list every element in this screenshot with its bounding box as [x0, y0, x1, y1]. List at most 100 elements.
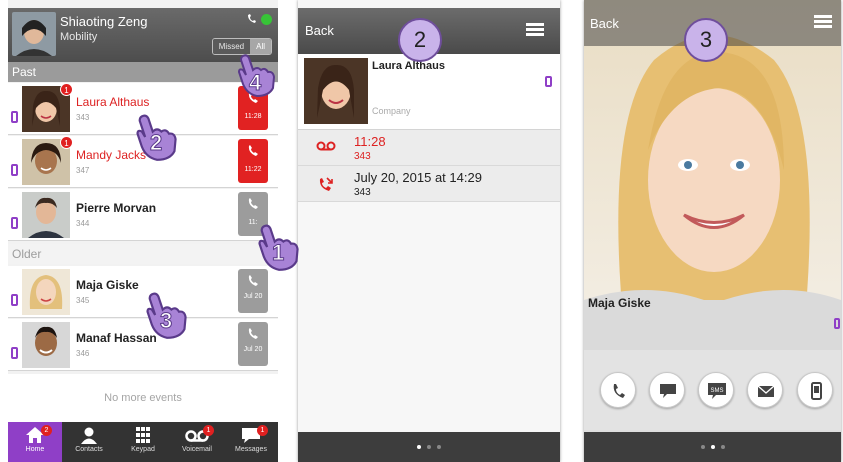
tab-messages-badge: 1: [257, 425, 268, 436]
contact-name: Laura Althaus: [372, 60, 445, 72]
caller-name: Maja Giske: [76, 278, 139, 292]
missed-count-badge: 1: [60, 136, 73, 149]
callback-button[interactable]: Jul 20: [238, 322, 268, 366]
avatar: [22, 269, 70, 315]
step-number: 2: [149, 130, 163, 156]
callback-button[interactable]: 11:22: [238, 139, 268, 183]
caller-name: Laura Althaus: [76, 95, 150, 109]
sms-button[interactable]: SMS: [698, 372, 734, 408]
call-row-pierre-morvan[interactable]: Pierre Morvan 344 11:: [8, 189, 278, 241]
back-button[interactable]: Back: [305, 23, 334, 38]
email-button[interactable]: [747, 372, 783, 408]
call-icon: [613, 384, 625, 398]
call-time: 11:28: [244, 113, 262, 120]
step-number: 4: [248, 70, 262, 96]
step-number: 3: [159, 308, 173, 334]
user-avatar[interactable]: [12, 12, 56, 56]
tab-contacts-label: Contacts: [75, 446, 103, 453]
contacts-icon: [81, 427, 97, 444]
contact-company: Company: [372, 106, 411, 116]
phone-icon: [248, 198, 258, 209]
tab-voicemail[interactable]: Voicemail 1: [170, 422, 224, 462]
page-dot: [427, 445, 431, 449]
page-indicator[interactable]: [298, 432, 560, 462]
mobile-device-icon[interactable]: [545, 76, 552, 87]
history-item-voicemail[interactable]: 11:28 343: [298, 130, 560, 166]
chat-icon: [660, 384, 676, 398]
mobile-device-icon: [11, 111, 18, 123]
contact-actions: SMS: [584, 350, 841, 430]
page-indicator[interactable]: [584, 432, 841, 462]
step-pointer-3: 3: [140, 290, 192, 345]
tab-home[interactable]: Home 2: [8, 422, 62, 462]
history-number: 343: [354, 151, 371, 162]
contact-card[interactable]: Laura Althaus Company: [298, 54, 560, 130]
caller-number: 346: [76, 349, 90, 358]
avatar: [22, 322, 70, 368]
step-number: 1: [271, 240, 285, 266]
tab-home-badge: 2: [41, 425, 52, 436]
mobile-device-icon: [11, 294, 18, 306]
tab-keypad[interactable]: Keypad: [116, 422, 170, 462]
phone-icon: [248, 328, 258, 339]
sms-icon: SMS: [708, 383, 726, 399]
caller-number: 345: [76, 296, 90, 305]
history-date: July 20, 2015 at 14:29: [354, 170, 482, 185]
step-pointer-1: 1: [252, 222, 304, 277]
caller-name: Pierre Morvan: [76, 201, 157, 215]
empty-area: [298, 202, 560, 432]
history-time: 11:28: [354, 134, 386, 149]
history-number: 343: [354, 187, 371, 198]
call-time: Jul 20: [243, 346, 263, 353]
caller-number: 344: [76, 219, 90, 228]
page-dot: [437, 445, 441, 449]
mobile-button[interactable]: [797, 372, 833, 408]
email-icon: [757, 385, 775, 397]
no-more-events: No more events: [8, 374, 278, 422]
tab-contacts[interactable]: Contacts: [62, 422, 116, 462]
call-detail-screen: Back Laura Althaus Company 11:28 343 Jul…: [298, 0, 560, 462]
contact-photo: [304, 58, 368, 124]
mobile-device-icon: [11, 347, 18, 359]
sms-label: SMS: [710, 388, 723, 394]
keypad-icon: [136, 427, 150, 443]
call-button[interactable]: [600, 372, 636, 408]
bottom-tab-bar: Home 2 Contacts Keypad Voicemail 1 Messa…: [8, 422, 278, 462]
tab-voicemail-label: Voicemail: [182, 446, 212, 453]
missed-count-badge: 1: [60, 83, 73, 96]
page-dot: [417, 445, 421, 449]
chat-button[interactable]: [649, 372, 685, 408]
mobile-device-icon: [11, 164, 18, 176]
contact-profile-screen: Back Maja Giske SMS: [584, 0, 841, 462]
page-dot: [720, 445, 725, 449]
step-pointer-4: 4: [233, 52, 279, 103]
mobile-device-icon: [11, 217, 18, 229]
user-role: Mobility: [60, 31, 98, 43]
contact-name: Maja Giske: [588, 296, 651, 310]
call-time: Jul 20: [243, 293, 263, 300]
caller-number: 343: [76, 113, 90, 122]
tab-messages-label: Messages: [235, 446, 267, 453]
mobile-device-icon: [834, 318, 840, 329]
online-status-dot: [261, 13, 272, 25]
missed-call-icon: [319, 177, 333, 191]
caller-number: 347: [76, 166, 90, 175]
call-time: 11:22: [244, 166, 262, 173]
mobile-icon: [811, 382, 822, 400]
avatar: [22, 192, 70, 238]
voicemail-icon: [316, 141, 336, 151]
page-dot: [700, 445, 705, 449]
step-callout-2-header: 2: [398, 18, 442, 62]
tab-messages[interactable]: Messages 1: [224, 422, 278, 462]
tab-voicemail-badge: 1: [203, 425, 214, 436]
tab-keypad-label: Keypad: [131, 446, 155, 453]
step-callout-3-header: 3: [684, 18, 728, 62]
phone-forward-icon: [248, 14, 256, 23]
menu-icon[interactable]: [526, 23, 544, 37]
history-item-missed-call[interactable]: July 20, 2015 at 14:29 343: [298, 166, 560, 202]
menu-icon[interactable]: [814, 15, 832, 29]
page-dot: [710, 445, 715, 449]
user-name: Shiaoting Zeng: [60, 14, 148, 29]
presence-status[interactable]: [246, 13, 272, 25]
back-button[interactable]: Back: [590, 16, 619, 31]
